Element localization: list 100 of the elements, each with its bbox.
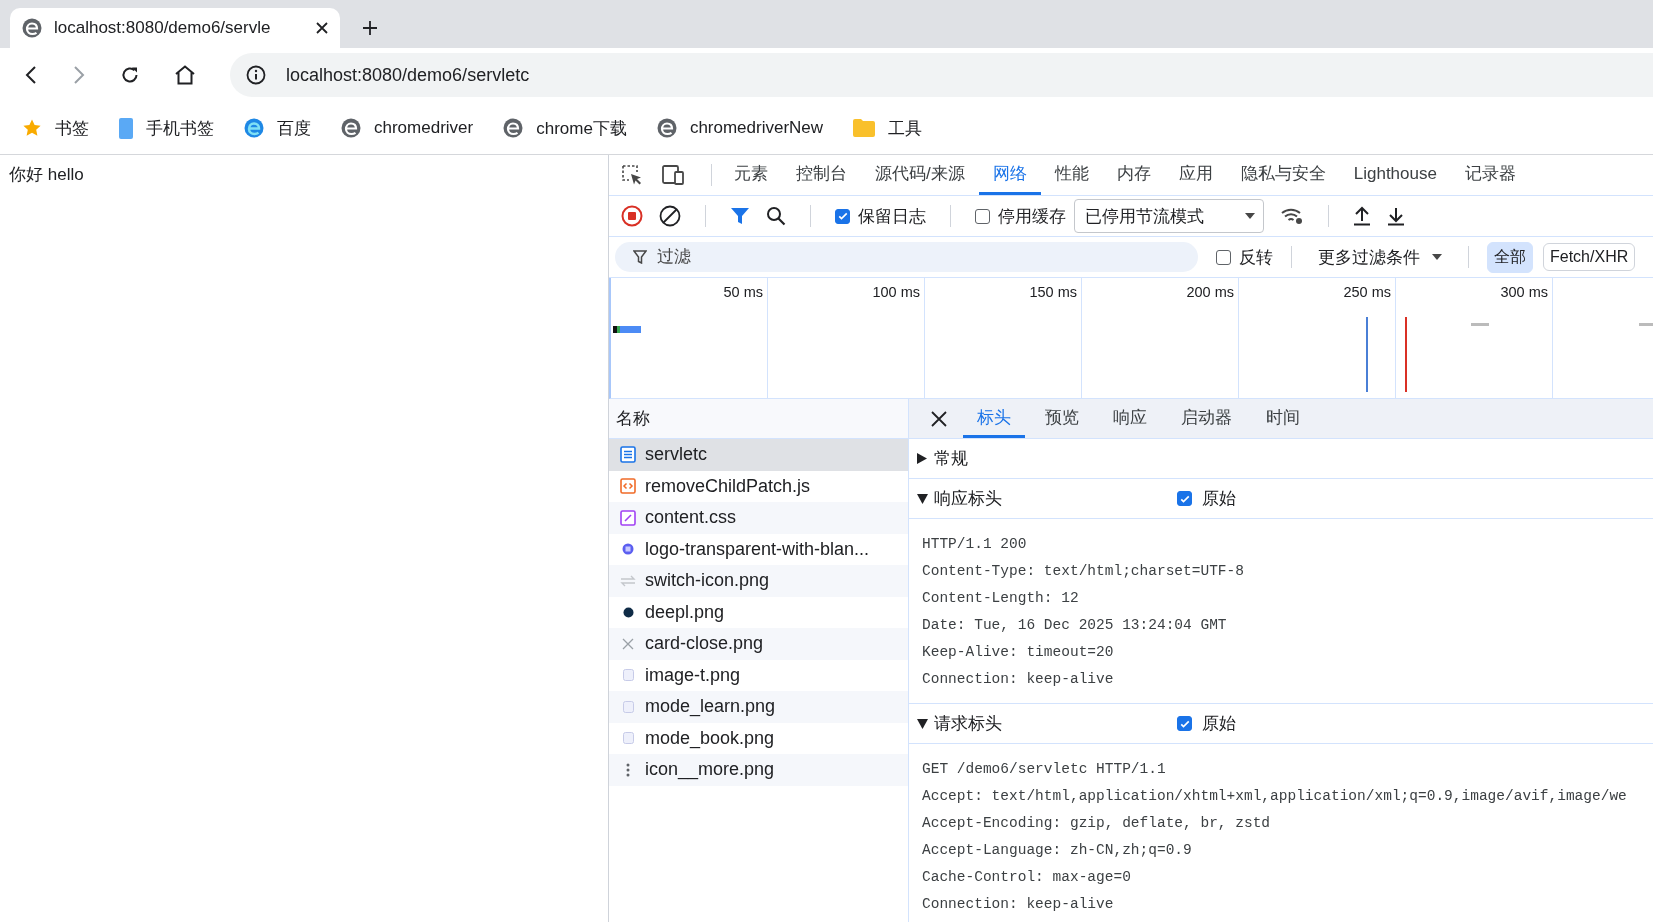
checkbox-label: 保留日志 — [858, 205, 926, 228]
panel-tab[interactable]: 元素 — [720, 155, 782, 195]
new-tab-icon[interactable] — [362, 20, 378, 36]
detail-tab[interactable]: 时间 — [1252, 399, 1314, 438]
type-filter-button[interactable]: 全部 — [1487, 241, 1533, 273]
close-icon[interactable] — [316, 22, 328, 34]
panel-tab[interactable]: Lighthouse — [1339, 155, 1451, 195]
bookmark[interactable]: 工具 — [853, 116, 923, 140]
forward-icon[interactable] — [72, 66, 86, 84]
expanded-triangle-icon — [917, 718, 928, 729]
expanded-triangle-icon — [917, 493, 928, 504]
checkbox[interactable] — [1216, 249, 1231, 265]
close-icon — [622, 637, 634, 650]
checkbox-label: 原始 — [1202, 713, 1236, 735]
bookmark[interactable]: chromedriverNew — [656, 118, 824, 138]
bookmark-label: chromedriverNew — [689, 118, 824, 138]
panel-tab[interactable]: 源代码/来源 — [861, 155, 979, 195]
device-icon[interactable] — [661, 165, 685, 185]
checkbox-label: 原始 — [1202, 488, 1236, 510]
bookmark[interactable]: chromedriver — [341, 118, 474, 138]
section-toggle[interactable]: 请求标头 — [917, 712, 1177, 735]
bookmark-label: chrome下载 — [536, 117, 627, 140]
record-icon[interactable] — [621, 205, 643, 227]
detail-tab[interactable]: 响应 — [1099, 399, 1161, 438]
panel-tab[interactable]: 网络 — [978, 155, 1041, 195]
close-icon[interactable] — [931, 410, 947, 427]
inspect-icon[interactable] — [621, 164, 643, 186]
bookmark-label: 书签 — [55, 117, 89, 140]
filter-icon[interactable] — [730, 207, 750, 225]
image-icon — [622, 543, 634, 556]
request-row[interactable]: content.css — [609, 502, 908, 534]
image-icon — [622, 700, 634, 713]
time-tick-label: 150 ms — [1029, 284, 1077, 302]
bookmark[interactable]: 书签 — [22, 116, 89, 140]
request-row[interactable]: mode_learn.png — [609, 691, 908, 723]
wifi-settings-icon[interactable] — [1280, 206, 1304, 226]
checkbox-label: 反转 — [1239, 246, 1273, 269]
header-line: Keep-Alive: timeout=20 — [922, 643, 1115, 662]
checkbox-label: 停用缓存 — [998, 205, 1066, 228]
panel-tab[interactable]: 应用 — [1164, 155, 1227, 195]
panel-tab[interactable]: 内存 — [1102, 155, 1165, 195]
header-line: Cache-Control: max-age=0 — [922, 868, 1132, 887]
checkbox[interactable] — [835, 208, 850, 224]
panel-tab[interactable]: 性能 — [1040, 155, 1103, 195]
search-icon[interactable] — [766, 206, 786, 226]
checkbox[interactable] — [1177, 491, 1192, 506]
request-row[interactable]: switch-icon.png — [609, 565, 908, 597]
request-row[interactable]: icon__more.png — [609, 754, 908, 786]
throttling-dropdown[interactable]: 已停用节流模式 — [1074, 199, 1264, 233]
download-icon[interactable] — [1387, 206, 1405, 226]
section-toggle[interactable]: 响应标头 — [917, 487, 1177, 510]
time-tick-label: 100 ms — [872, 284, 920, 302]
request-row[interactable]: servletc — [609, 439, 908, 471]
time-tick-label: 50 ms — [723, 284, 763, 302]
phone-icon — [119, 117, 133, 139]
header-line: Connection: keep-alive — [922, 670, 1115, 689]
bookmark-label: 工具 — [888, 117, 923, 140]
caret-icon — [1245, 213, 1255, 219]
browser-tab[interactable]: localhost:8080/demo6/servle — [10, 8, 340, 48]
info-icon[interactable] — [246, 65, 266, 85]
tab-title: localhost:8080/demo6/servle — [54, 18, 272, 38]
image-icon — [622, 606, 634, 618]
header-line: GET /demo6/servletc HTTP/1.1 — [922, 760, 1167, 779]
image-icon — [622, 669, 634, 682]
panel-tab[interactable]: 控制台 — [782, 155, 861, 195]
checkbox[interactable] — [975, 208, 990, 224]
clear-icon[interactable] — [659, 205, 681, 227]
more-filters-dropdown[interactable]: 更多过滤条件 — [1310, 245, 1450, 269]
bookmark[interactable]: 百度 — [244, 116, 311, 140]
back-icon[interactable] — [24, 66, 38, 84]
bookmark[interactable]: chrome下载 — [503, 116, 627, 140]
bookmark-label: 百度 — [277, 117, 311, 140]
panel-tab[interactable]: 记录器 — [1450, 155, 1530, 195]
stylesheet-icon — [620, 509, 636, 526]
header-line: Date: Tue, 16 Dec 2025 13:24:04 GMT — [922, 616, 1228, 635]
filter-field[interactable]: 过滤 — [615, 242, 1198, 272]
panel-tab[interactable]: 隐私与安全 — [1226, 155, 1340, 195]
address-bar[interactable]: localhost:8080/demo6/servletc — [230, 53, 1653, 97]
time-tick-label: 250 ms — [1343, 284, 1391, 302]
header-line: Connection: keep-alive — [922, 895, 1115, 914]
header-line: Content-Length: 12 — [922, 589, 1080, 608]
detail-tab[interactable]: 预览 — [1031, 399, 1093, 438]
document-icon — [620, 446, 636, 464]
section-toggle[interactable]: 常规 — [917, 447, 1177, 470]
type-filter-button[interactable]: Fetch/XHR — [1543, 243, 1636, 271]
request-row[interactable]: card-close.png — [609, 628, 908, 660]
header-line: Accept-Encoding: gzip, deflate, br, zstd — [922, 814, 1272, 833]
home-icon[interactable] — [174, 65, 196, 85]
arrows-icon — [620, 574, 636, 587]
checkbox[interactable] — [1177, 716, 1192, 731]
code-file-icon — [620, 478, 636, 495]
image-icon — [622, 732, 634, 745]
more-icon — [626, 762, 630, 777]
reload-icon[interactable] — [120, 65, 140, 85]
detail-tab[interactable]: 启动器 — [1167, 399, 1246, 438]
folder-icon — [853, 119, 876, 137]
upload-icon[interactable] — [1353, 206, 1371, 226]
bookmark[interactable]: 手机书签 — [119, 116, 214, 140]
column-header[interactable]: 名称 — [616, 407, 650, 430]
header-line: Content-Type: text/html;charset=UTF-8 — [922, 562, 1245, 581]
